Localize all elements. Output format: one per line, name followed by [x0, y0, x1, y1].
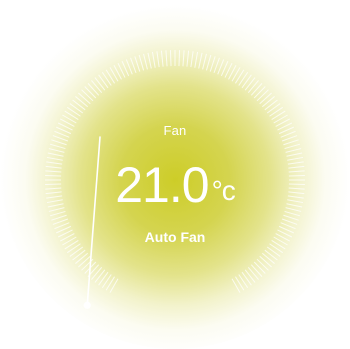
- dial-tick: [256, 89, 269, 102]
- dial-tick: [253, 261, 266, 274]
- dial-tick: [52, 218, 69, 225]
- dial-tick: [51, 139, 67, 146]
- dial-tick: [262, 96, 275, 108]
- dial-tick: [266, 103, 281, 114]
- dial-tick: [143, 53, 148, 70]
- dial-tick: [64, 110, 79, 121]
- temperature-unit: °c: [211, 175, 236, 206]
- dial-tick: [190, 51, 194, 68]
- setpoint-handle[interactable]: [83, 301, 91, 309]
- dial-tick: [48, 148, 65, 153]
- thermostat-widget: Fan 21.0 °c Auto Fan: [0, 0, 350, 349]
- dial-tick: [75, 252, 88, 264]
- dial-tick: [247, 80, 259, 93]
- dial-tick: [151, 51, 156, 68]
- dial-tick: [281, 218, 298, 225]
- dial-tick: [91, 80, 103, 93]
- dial-tick: [178, 50, 181, 67]
- dial-tick: [247, 267, 259, 280]
- dial-tick: [87, 83, 100, 96]
- dial-tick: [109, 278, 119, 293]
- dial-tick: [241, 74, 252, 89]
- dial-tick: [94, 77, 106, 91]
- dial-tick: [156, 51, 160, 68]
- dial-tick: [238, 274, 249, 289]
- dial-tick: [234, 69, 245, 84]
- dial-tick: [98, 271, 109, 286]
- dial-tick: [271, 110, 286, 121]
- dial-tick: [105, 69, 116, 84]
- dial-tick: [286, 152, 303, 157]
- dial-tick: [78, 92, 91, 105]
- dial-tick: [138, 54, 145, 71]
- dial-tick: [253, 86, 266, 99]
- dial-tick: [238, 71, 249, 86]
- dial-tick: [269, 106, 284, 117]
- dial-tick: [259, 255, 272, 268]
- temperature-readout: 21.0 °c: [0, 157, 350, 213]
- dial-tick: [256, 258, 269, 271]
- dial-tick: [244, 269, 256, 283]
- fan-mode-button[interactable]: Auto Fan: [0, 229, 350, 245]
- dial-tick: [101, 274, 112, 289]
- dial-tick: [264, 99, 278, 111]
- dial-tick: [98, 74, 109, 89]
- dial-tick: [209, 56, 216, 72]
- dial-tick: [66, 243, 81, 254]
- dial-tick: [285, 148, 302, 153]
- dial-tick: [186, 50, 190, 67]
- dial-tick: [169, 50, 172, 67]
- dial-tick: [241, 271, 252, 286]
- temperature-value: 21.0: [115, 157, 209, 213]
- dial-tick: [213, 57, 220, 74]
- dial-tick: [147, 52, 152, 69]
- dial-tick: [264, 249, 278, 261]
- dial-tick: [47, 152, 64, 157]
- dial-tick: [91, 267, 103, 280]
- dial-tick: [266, 246, 281, 257]
- dial-tick: [81, 89, 94, 102]
- dial-tick: [72, 249, 86, 261]
- dial-tick: [284, 143, 301, 150]
- dial-tick: [259, 92, 272, 105]
- dial-tick: [231, 278, 241, 293]
- mode-label: Fan: [163, 123, 187, 138]
- dial-tick: [134, 56, 141, 72]
- dial-tick: [205, 54, 212, 71]
- dial-tick: [194, 51, 199, 68]
- dial-tick: [234, 276, 245, 291]
- dial-tick: [75, 96, 88, 108]
- dial-tick: [49, 143, 66, 150]
- dial-tick: [78, 255, 91, 268]
- dial-tick: [250, 264, 263, 277]
- dial-tick: [105, 276, 116, 291]
- dial-tick: [101, 71, 112, 86]
- dial-tick: [160, 50, 164, 67]
- dial-tick: [69, 103, 84, 114]
- dial-tick: [262, 252, 275, 264]
- dial-tick: [283, 214, 299, 221]
- dial-tick: [66, 106, 81, 117]
- dial-tick: [198, 52, 203, 69]
- dial-tick: [283, 139, 299, 146]
- dial-tick: [69, 246, 84, 257]
- dial-tick: [84, 86, 97, 99]
- dial-tick: [202, 53, 207, 70]
- dial-tick: [94, 269, 106, 283]
- dial-tick: [51, 214, 67, 221]
- dial-tick: [165, 50, 168, 67]
- dial-tick: [130, 57, 137, 74]
- dial-tick: [182, 50, 185, 67]
- dial-tick: [72, 99, 86, 111]
- dial-tick: [244, 77, 256, 91]
- dial-tick: [250, 83, 263, 96]
- dial-tick: [269, 243, 284, 254]
